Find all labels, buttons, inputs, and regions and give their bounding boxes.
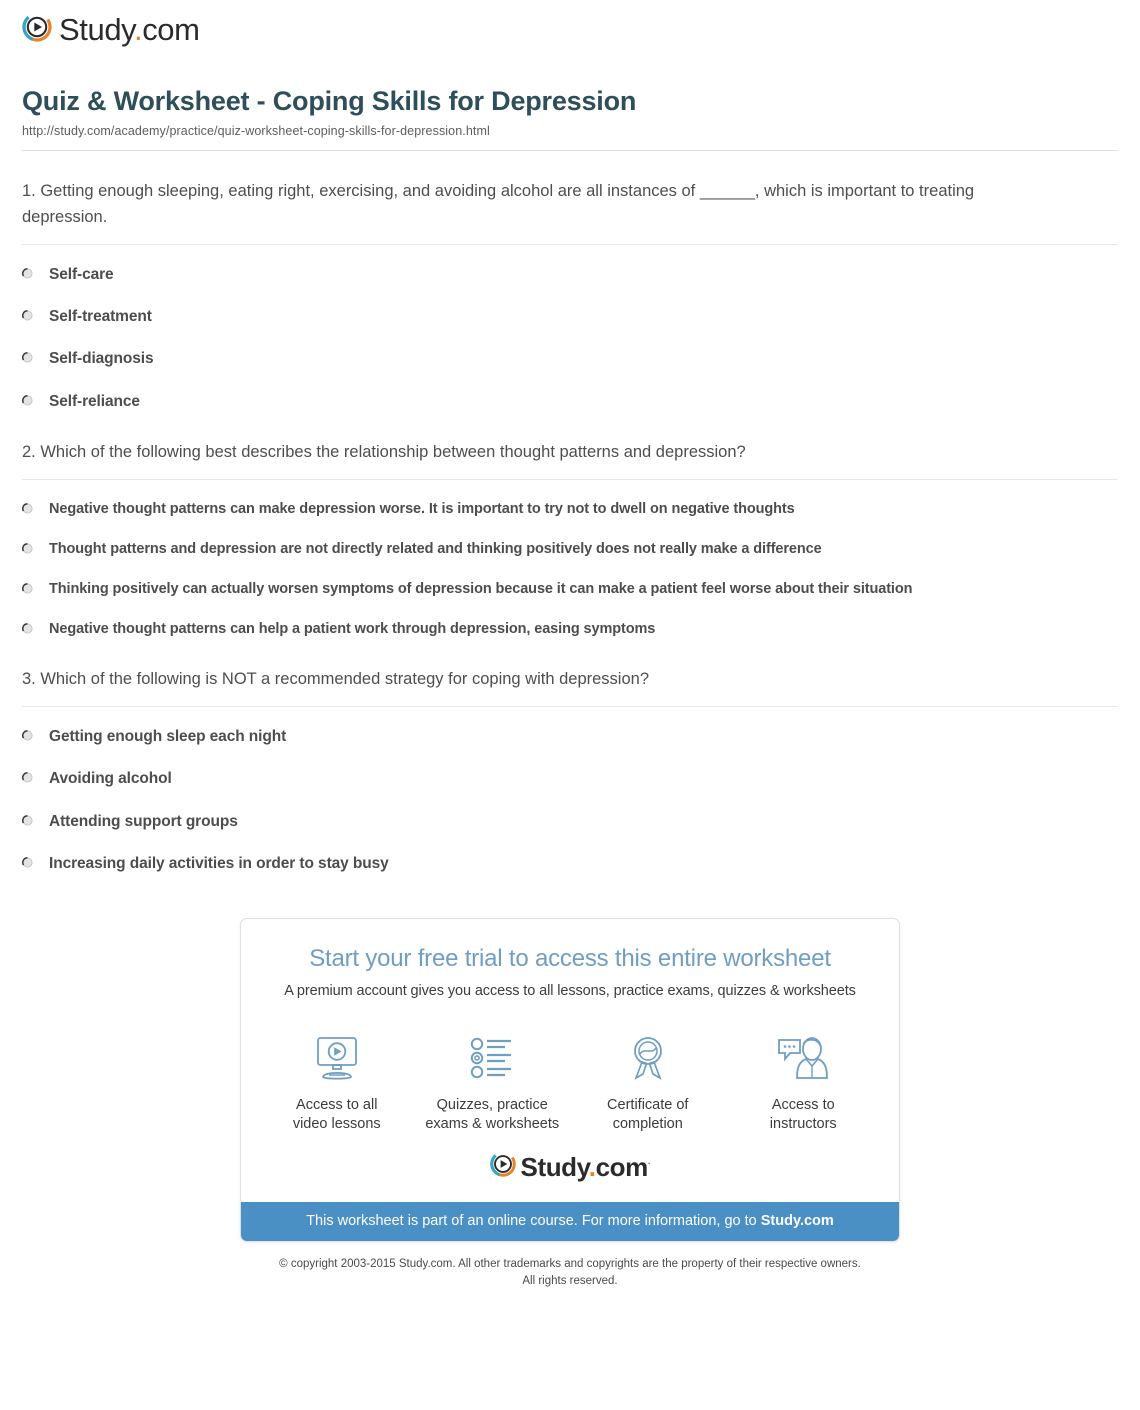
option-label: Self-treatment bbox=[49, 308, 152, 326]
option-row[interactable]: Self-care bbox=[22, 265, 1118, 285]
question-1-options: Self-care Self-treatment Self-diagnosis … bbox=[22, 265, 1118, 412]
radio-button-icon[interactable] bbox=[22, 814, 33, 826]
promo-headline: Start your free trial to access this ent… bbox=[309, 944, 831, 972]
promo-study-logo: Study.com· bbox=[241, 1137, 899, 1202]
logo-word-study: Study bbox=[59, 12, 134, 47]
option-row[interactable]: Increasing daily activities in order to … bbox=[22, 854, 1118, 874]
question-2-divider bbox=[22, 479, 1118, 481]
quiz-body: 1. Getting enough sleeping, eating right… bbox=[0, 179, 1140, 874]
radio-button-icon[interactable] bbox=[22, 856, 33, 868]
option-label: Increasing daily activities in order to … bbox=[49, 854, 389, 872]
award-ribbon-icon bbox=[573, 1029, 723, 1087]
header-divider bbox=[22, 150, 1118, 152]
question-1: 1. Getting enough sleeping, eating right… bbox=[22, 179, 1118, 412]
question-1-divider bbox=[22, 244, 1118, 246]
trademark-mark: · bbox=[647, 1158, 651, 1169]
play-circle-icon bbox=[489, 1151, 521, 1182]
logo-wordmark: Study.com bbox=[59, 14, 200, 45]
logo-word-com: com bbox=[142, 12, 200, 47]
feature-quizzes: Quizzes, practice exams & worksheets bbox=[417, 1029, 567, 1134]
feature-label: Access to instructors bbox=[769, 1096, 837, 1132]
page-header: Study.com bbox=[0, 0, 1140, 60]
cta-link[interactable]: Study.com bbox=[761, 1213, 834, 1229]
copyright-footer: © copyright 2003-2015 Study.com. All oth… bbox=[0, 1256, 1140, 1289]
option-row[interactable]: Avoiding alcohol bbox=[22, 769, 1118, 789]
promo-subhead: A premium account gives you access to al… bbox=[284, 982, 856, 999]
option-row[interactable]: Getting enough sleep each night bbox=[22, 727, 1118, 747]
cta-banner[interactable]: This worksheet is part of an online cour… bbox=[241, 1202, 899, 1242]
option-row[interactable]: Thought patterns and depression are not … bbox=[22, 540, 1118, 559]
question-3-options: Getting enough sleep each night Avoiding… bbox=[22, 727, 1118, 874]
radio-button-icon[interactable] bbox=[22, 503, 33, 514]
feature-certificate: Certificate of completion bbox=[573, 1029, 723, 1134]
logo-word-com: com bbox=[595, 1151, 649, 1182]
option-row[interactable]: Self-reliance bbox=[22, 392, 1118, 412]
question-2-options: Negative thought patterns can make depre… bbox=[22, 500, 1118, 638]
instructor-chat-icon bbox=[728, 1029, 878, 1087]
radio-button-icon[interactable] bbox=[22, 352, 33, 363]
option-label: Getting enough sleep each night bbox=[49, 728, 287, 746]
option-label: Self-diagnosis bbox=[49, 350, 154, 368]
feature-label: Access to all video lessons bbox=[292, 1096, 381, 1132]
option-label: Self-care bbox=[49, 266, 114, 284]
radio-button-icon[interactable] bbox=[22, 394, 33, 406]
option-row[interactable]: Thinking positively can actually worsen … bbox=[22, 580, 1118, 599]
radio-button-icon[interactable] bbox=[22, 772, 33, 783]
radio-button-icon[interactable] bbox=[22, 622, 33, 634]
checklist-icon bbox=[417, 1029, 567, 1087]
option-label: Negative thought patterns can help a pat… bbox=[49, 620, 656, 637]
option-row[interactable]: Negative thought patterns can help a pat… bbox=[22, 620, 1118, 639]
page-url: http://study.com/academy/practice/quiz-w… bbox=[22, 124, 490, 139]
question-1-text: 1. Getting enough sleeping, eating right… bbox=[22, 182, 975, 226]
radio-button-icon[interactable] bbox=[22, 543, 33, 554]
option-label: Negative thought patterns can make depre… bbox=[49, 501, 795, 518]
feature-label: Quizzes, practice exams & worksheets bbox=[425, 1096, 560, 1132]
promo-features: Access to all video lessons Quizzes, pra… bbox=[241, 1007, 899, 1138]
play-circle-icon bbox=[22, 12, 52, 47]
radio-button-icon[interactable] bbox=[22, 583, 33, 594]
title-block: Quiz & Worksheet - Coping Skills for Dep… bbox=[0, 60, 1140, 152]
study-logo: Study.com bbox=[22, 12, 1140, 47]
option-label: Thought patterns and depression are not … bbox=[49, 541, 822, 558]
option-label: Avoiding alcohol bbox=[49, 770, 172, 788]
radio-button-icon[interactable] bbox=[22, 730, 33, 741]
question-3: 3. Which of the following is NOT a recom… bbox=[22, 667, 1118, 874]
logo-dot: . bbox=[588, 1151, 596, 1182]
promo-copy: Start your free trial to access this ent… bbox=[241, 919, 899, 1007]
logo-dot: . bbox=[133, 12, 143, 47]
feature-video-lessons: Access to all video lessons bbox=[262, 1029, 412, 1134]
option-label: Attending support groups bbox=[49, 812, 238, 830]
question-3-text: 3. Which of the following is NOT a recom… bbox=[22, 669, 649, 688]
question-3-divider bbox=[22, 706, 1118, 708]
page-title: Quiz & Worksheet - Coping Skills for Dep… bbox=[22, 86, 637, 116]
logo-wordmark: Study.com· bbox=[521, 1154, 651, 1180]
promo-section: Start your free trial to access this ent… bbox=[0, 917, 1140, 1243]
option-row[interactable]: Self-diagnosis bbox=[22, 349, 1118, 369]
option-label: Self-reliance bbox=[49, 392, 140, 410]
radio-button-icon[interactable] bbox=[22, 268, 33, 279]
free-trial-card: Start your free trial to access this ent… bbox=[240, 917, 900, 1243]
feature-label: Certificate of completion bbox=[607, 1096, 689, 1132]
copyright-line-2: All rights reserved. bbox=[522, 1275, 618, 1288]
logo-word-study: Study bbox=[520, 1151, 590, 1182]
feature-instructors: Access to instructors bbox=[728, 1029, 878, 1134]
option-label: Thinking positively can actually worsen … bbox=[49, 580, 913, 597]
option-row[interactable]: Attending support groups bbox=[22, 812, 1118, 832]
question-2-text: 2. Which of the following best describes… bbox=[22, 442, 746, 461]
option-row[interactable]: Self-treatment bbox=[22, 307, 1118, 327]
radio-button-icon[interactable] bbox=[22, 310, 33, 321]
copyright-line-1: © copyright 2003-2015 Study.com. All oth… bbox=[279, 1258, 861, 1271]
monitor-play-icon bbox=[262, 1029, 412, 1087]
question-2: 2. Which of the following best describes… bbox=[22, 440, 1118, 639]
cta-text: This worksheet is part of an online cour… bbox=[306, 1213, 761, 1230]
option-row[interactable]: Negative thought patterns can make depre… bbox=[22, 500, 1118, 519]
